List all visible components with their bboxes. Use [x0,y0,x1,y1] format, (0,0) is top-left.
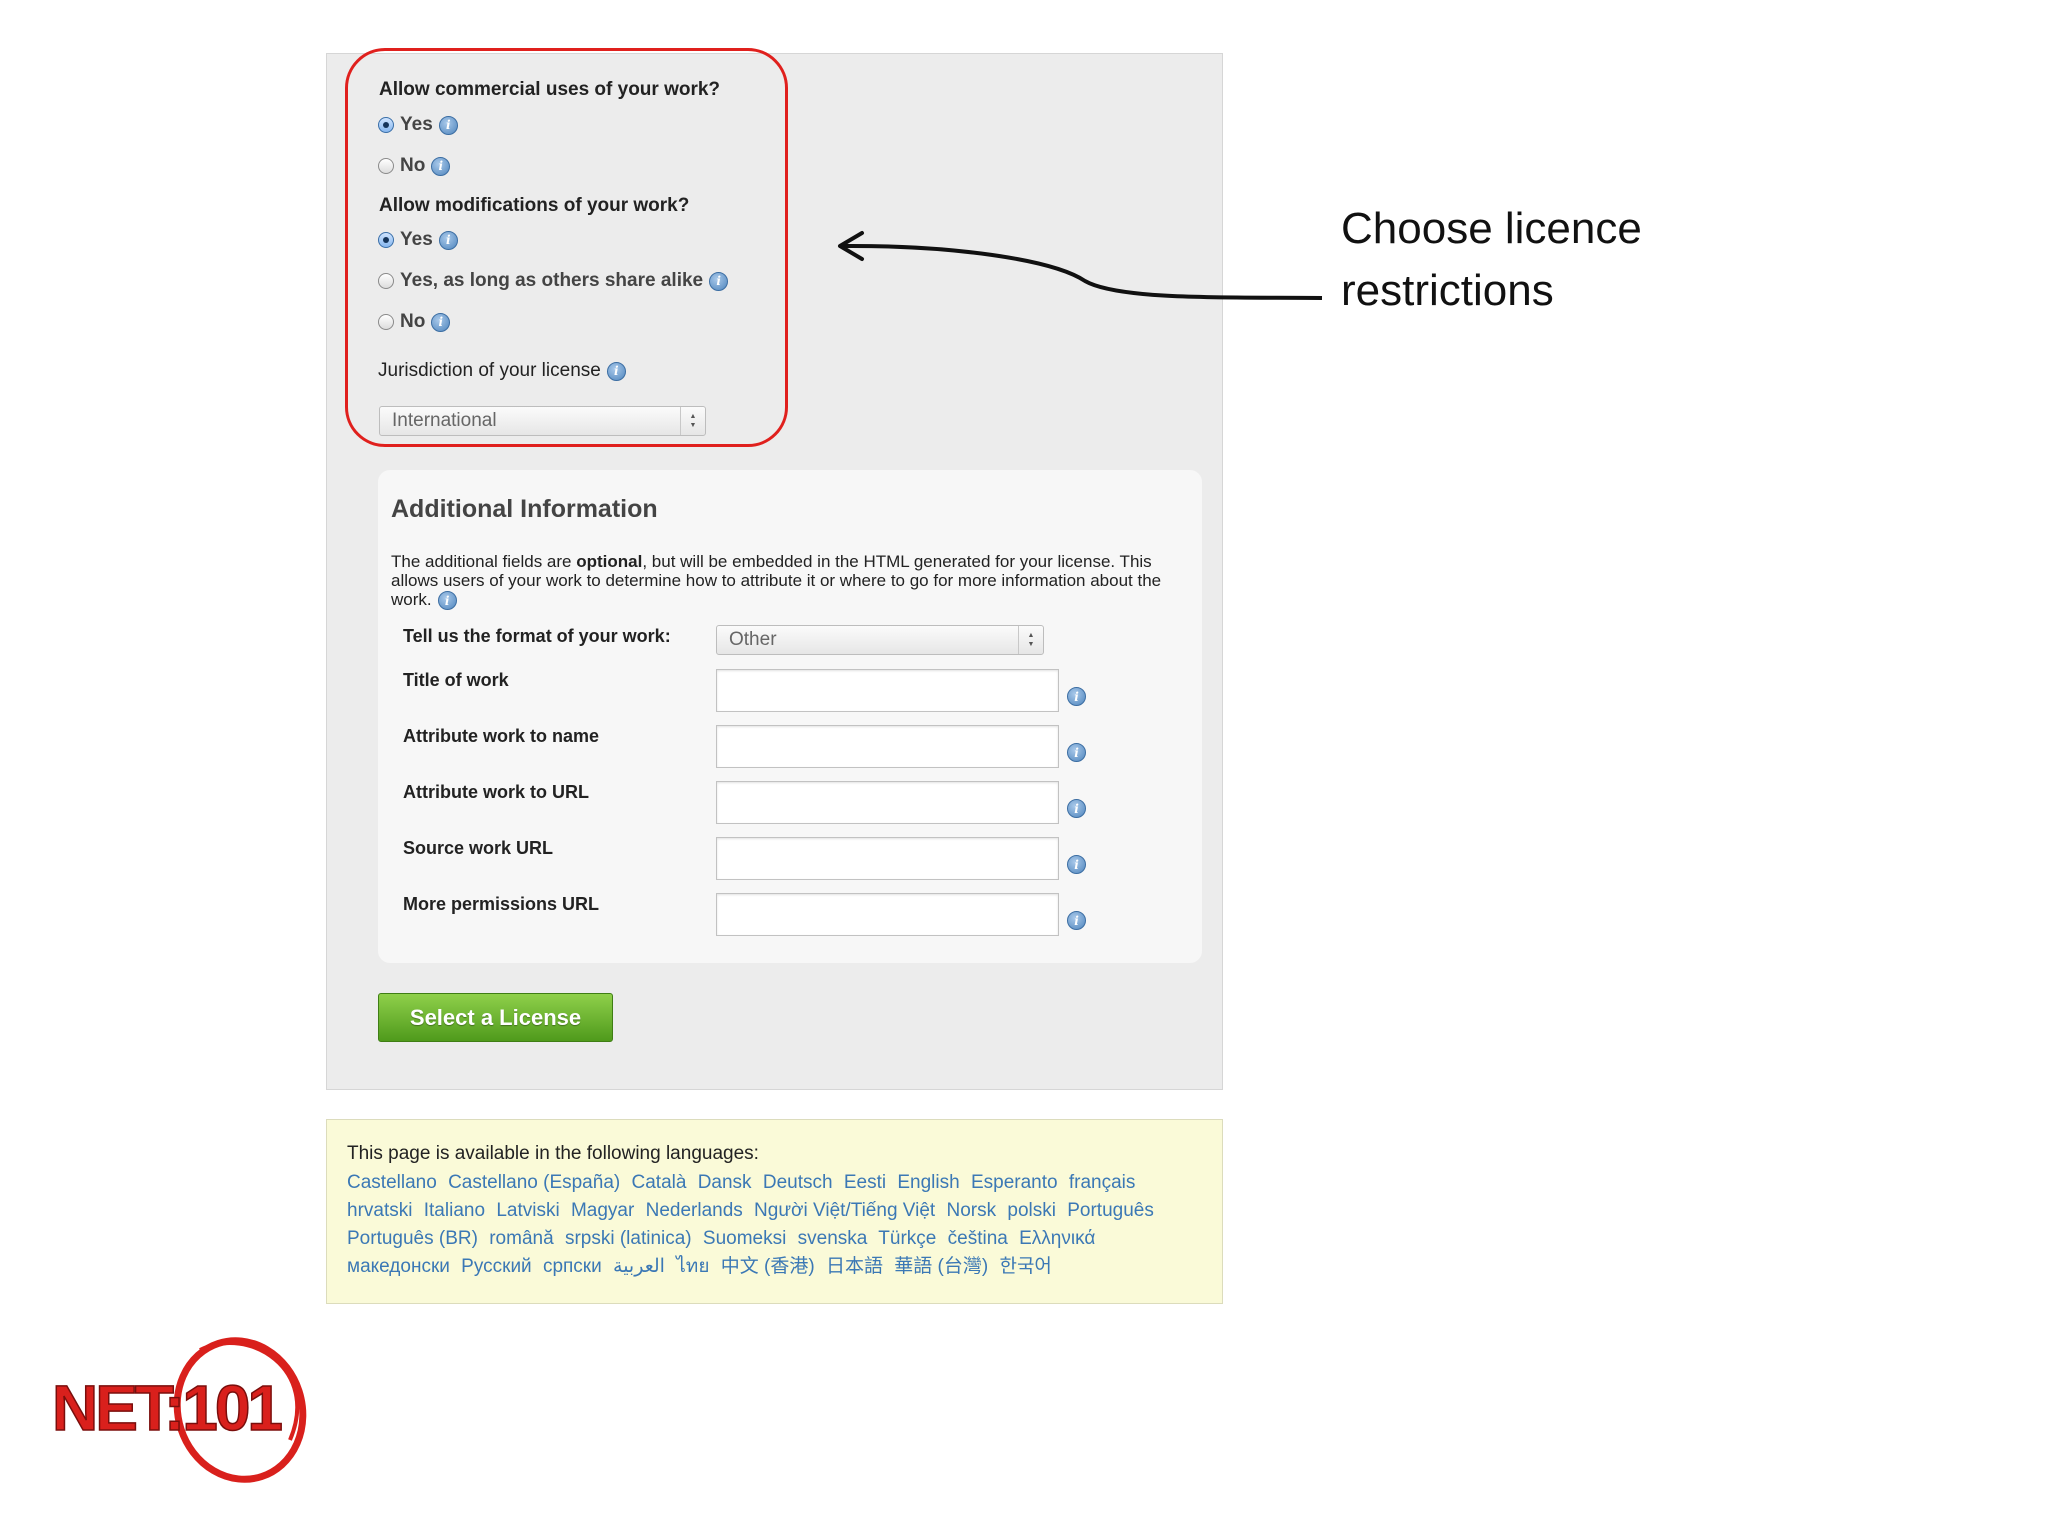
option-label: Yes [400,229,433,250]
callout-arrow [838,231,1323,300]
language-link[interactable]: English [897,1172,959,1193]
language-link[interactable]: Eesti [844,1172,886,1193]
format-value: Other [729,629,777,650]
option-label: No [400,311,426,332]
modifications-option-share-alike[interactable]: Yes, as long as others share alike i [378,270,729,292]
additional-info-title: Additional Information [391,495,658,523]
languages-intro: This page is available in the following … [347,1143,759,1164]
additional-info-description: The additional fields are optional, but … [391,552,1162,611]
language-link[interactable]: română [489,1228,553,1249]
language-link[interactable]: Ελληνικά [1019,1228,1095,1249]
option-label: No [400,155,426,176]
option-label: Yes [400,114,433,135]
language-link[interactable]: Italiano [424,1200,485,1221]
language-link[interactable]: svenska [798,1228,868,1249]
language-link[interactable]: polski [1007,1200,1056,1221]
additional-info-box [378,470,1202,963]
attribute-url-label: Attribute work to URL [403,782,589,802]
language-link[interactable]: čeština [948,1228,1008,1249]
language-link[interactable]: Castellano (España) [448,1172,620,1193]
info-icon[interactable]: i [431,312,451,332]
info-icon[interactable]: i [709,271,729,291]
language-link[interactable]: 日本語 [826,1256,883,1277]
language-link[interactable]: Dansk [698,1172,752,1193]
language-link[interactable]: 華語 (台灣) [894,1256,988,1277]
callout-line-2: restrictions [1341,266,1554,315]
info-icon[interactable]: i [431,156,451,176]
title-of-work-label: Title of work [403,670,509,690]
attribute-name-label: Attribute work to name [403,726,600,746]
language-link[interactable]: Português (BR) [347,1228,478,1249]
language-link[interactable]: hrvatski [347,1200,412,1221]
modifications-option-yes[interactable]: Yes i [378,229,458,251]
info-icon[interactable]: i [1067,687,1086,706]
jurisdiction-select[interactable]: International ▲ ▼ [379,406,706,436]
language-link[interactable]: Esperanto [971,1172,1058,1193]
attribute-name-input[interactable] [716,725,1059,768]
commercial-option-yes[interactable]: Yes i [378,114,458,136]
jurisdiction-value: International [392,410,497,431]
language-link[interactable]: Castellano [347,1172,437,1193]
radio-unchecked-icon[interactable] [378,273,394,289]
info-icon[interactable]: i [606,361,626,381]
info-icon[interactable]: i [1067,855,1086,874]
language-link[interactable]: العربية [613,1256,665,1277]
info-icon[interactable]: i [1067,743,1086,762]
languages-list: Castellano Castellano (España) Català Da… [347,1169,1207,1281]
language-link[interactable]: Nederlands [646,1200,743,1221]
jurisdiction-row: Jurisdiction of your license i [378,360,626,382]
callout-text: Choose licence restrictions [1341,198,1642,322]
commercial-question: Allow commercial uses of your work? [379,79,721,100]
callout-line-1: Choose licence [1341,204,1642,253]
modifications-option-no[interactable]: No i [378,311,451,333]
language-link[interactable]: 한국어 [999,1256,1051,1277]
modifications-question: Allow modifications of your work? [379,195,690,216]
info-icon[interactable]: i [437,591,457,611]
select-arrows-icon: ▲ ▼ [1018,626,1043,654]
title-of-work-input[interactable] [716,669,1059,712]
language-link[interactable]: македонски [347,1256,450,1277]
language-link[interactable]: srpski (latinica) [565,1228,692,1249]
info-icon[interactable]: i [438,230,458,250]
language-link[interactable]: ไทย [676,1256,709,1277]
language-link[interactable]: српски [543,1256,602,1277]
jurisdiction-label: Jurisdiction of your license [378,360,601,381]
language-link[interactable]: Suomeksi [703,1228,786,1249]
language-link[interactable]: Latviski [496,1200,559,1221]
language-link[interactable]: 中文 (香港) [721,1256,815,1277]
language-link[interactable]: Norsk [946,1200,996,1221]
language-link[interactable]: Magyar [571,1200,634,1221]
source-url-input[interactable] [716,837,1059,880]
info-icon[interactable]: i [438,115,458,135]
select-arrows-icon: ▲ ▼ [680,407,705,435]
language-link[interactable]: Català [632,1172,687,1193]
radio-checked-icon[interactable] [378,232,394,248]
source-url-label: Source work URL [403,838,554,858]
select-license-button[interactable]: Select a License [378,993,613,1042]
language-link[interactable]: Người Việt/Tiếng Việt [754,1200,935,1221]
language-link[interactable]: Русский [461,1256,532,1277]
radio-unchecked-icon[interactable] [378,158,394,174]
permissions-url-input[interactable] [716,893,1059,936]
permissions-url-label: More permissions URL [403,894,600,914]
callout-arrow-line [839,243,1323,300]
info-icon[interactable]: i [1067,911,1086,930]
format-label: Tell us the format of your work: [403,626,671,646]
radio-unchecked-icon[interactable] [378,314,394,330]
radio-checked-icon[interactable] [378,117,394,133]
info-icon[interactable]: i [1067,799,1086,818]
language-link[interactable]: Português [1067,1200,1154,1221]
language-link[interactable]: Türkçe [878,1228,936,1249]
language-link[interactable]: Deutsch [763,1172,833,1193]
logo-text: NET:101 [52,1372,281,1444]
commercial-option-no[interactable]: No i [378,155,451,177]
option-label: Yes, as long as others share alike [400,270,704,291]
attribute-url-input[interactable] [716,781,1059,824]
format-select[interactable]: Other ▲ ▼ [716,625,1044,655]
net101-logo: NET:101 [51,1337,307,1483]
language-link[interactable]: français [1069,1172,1136,1193]
